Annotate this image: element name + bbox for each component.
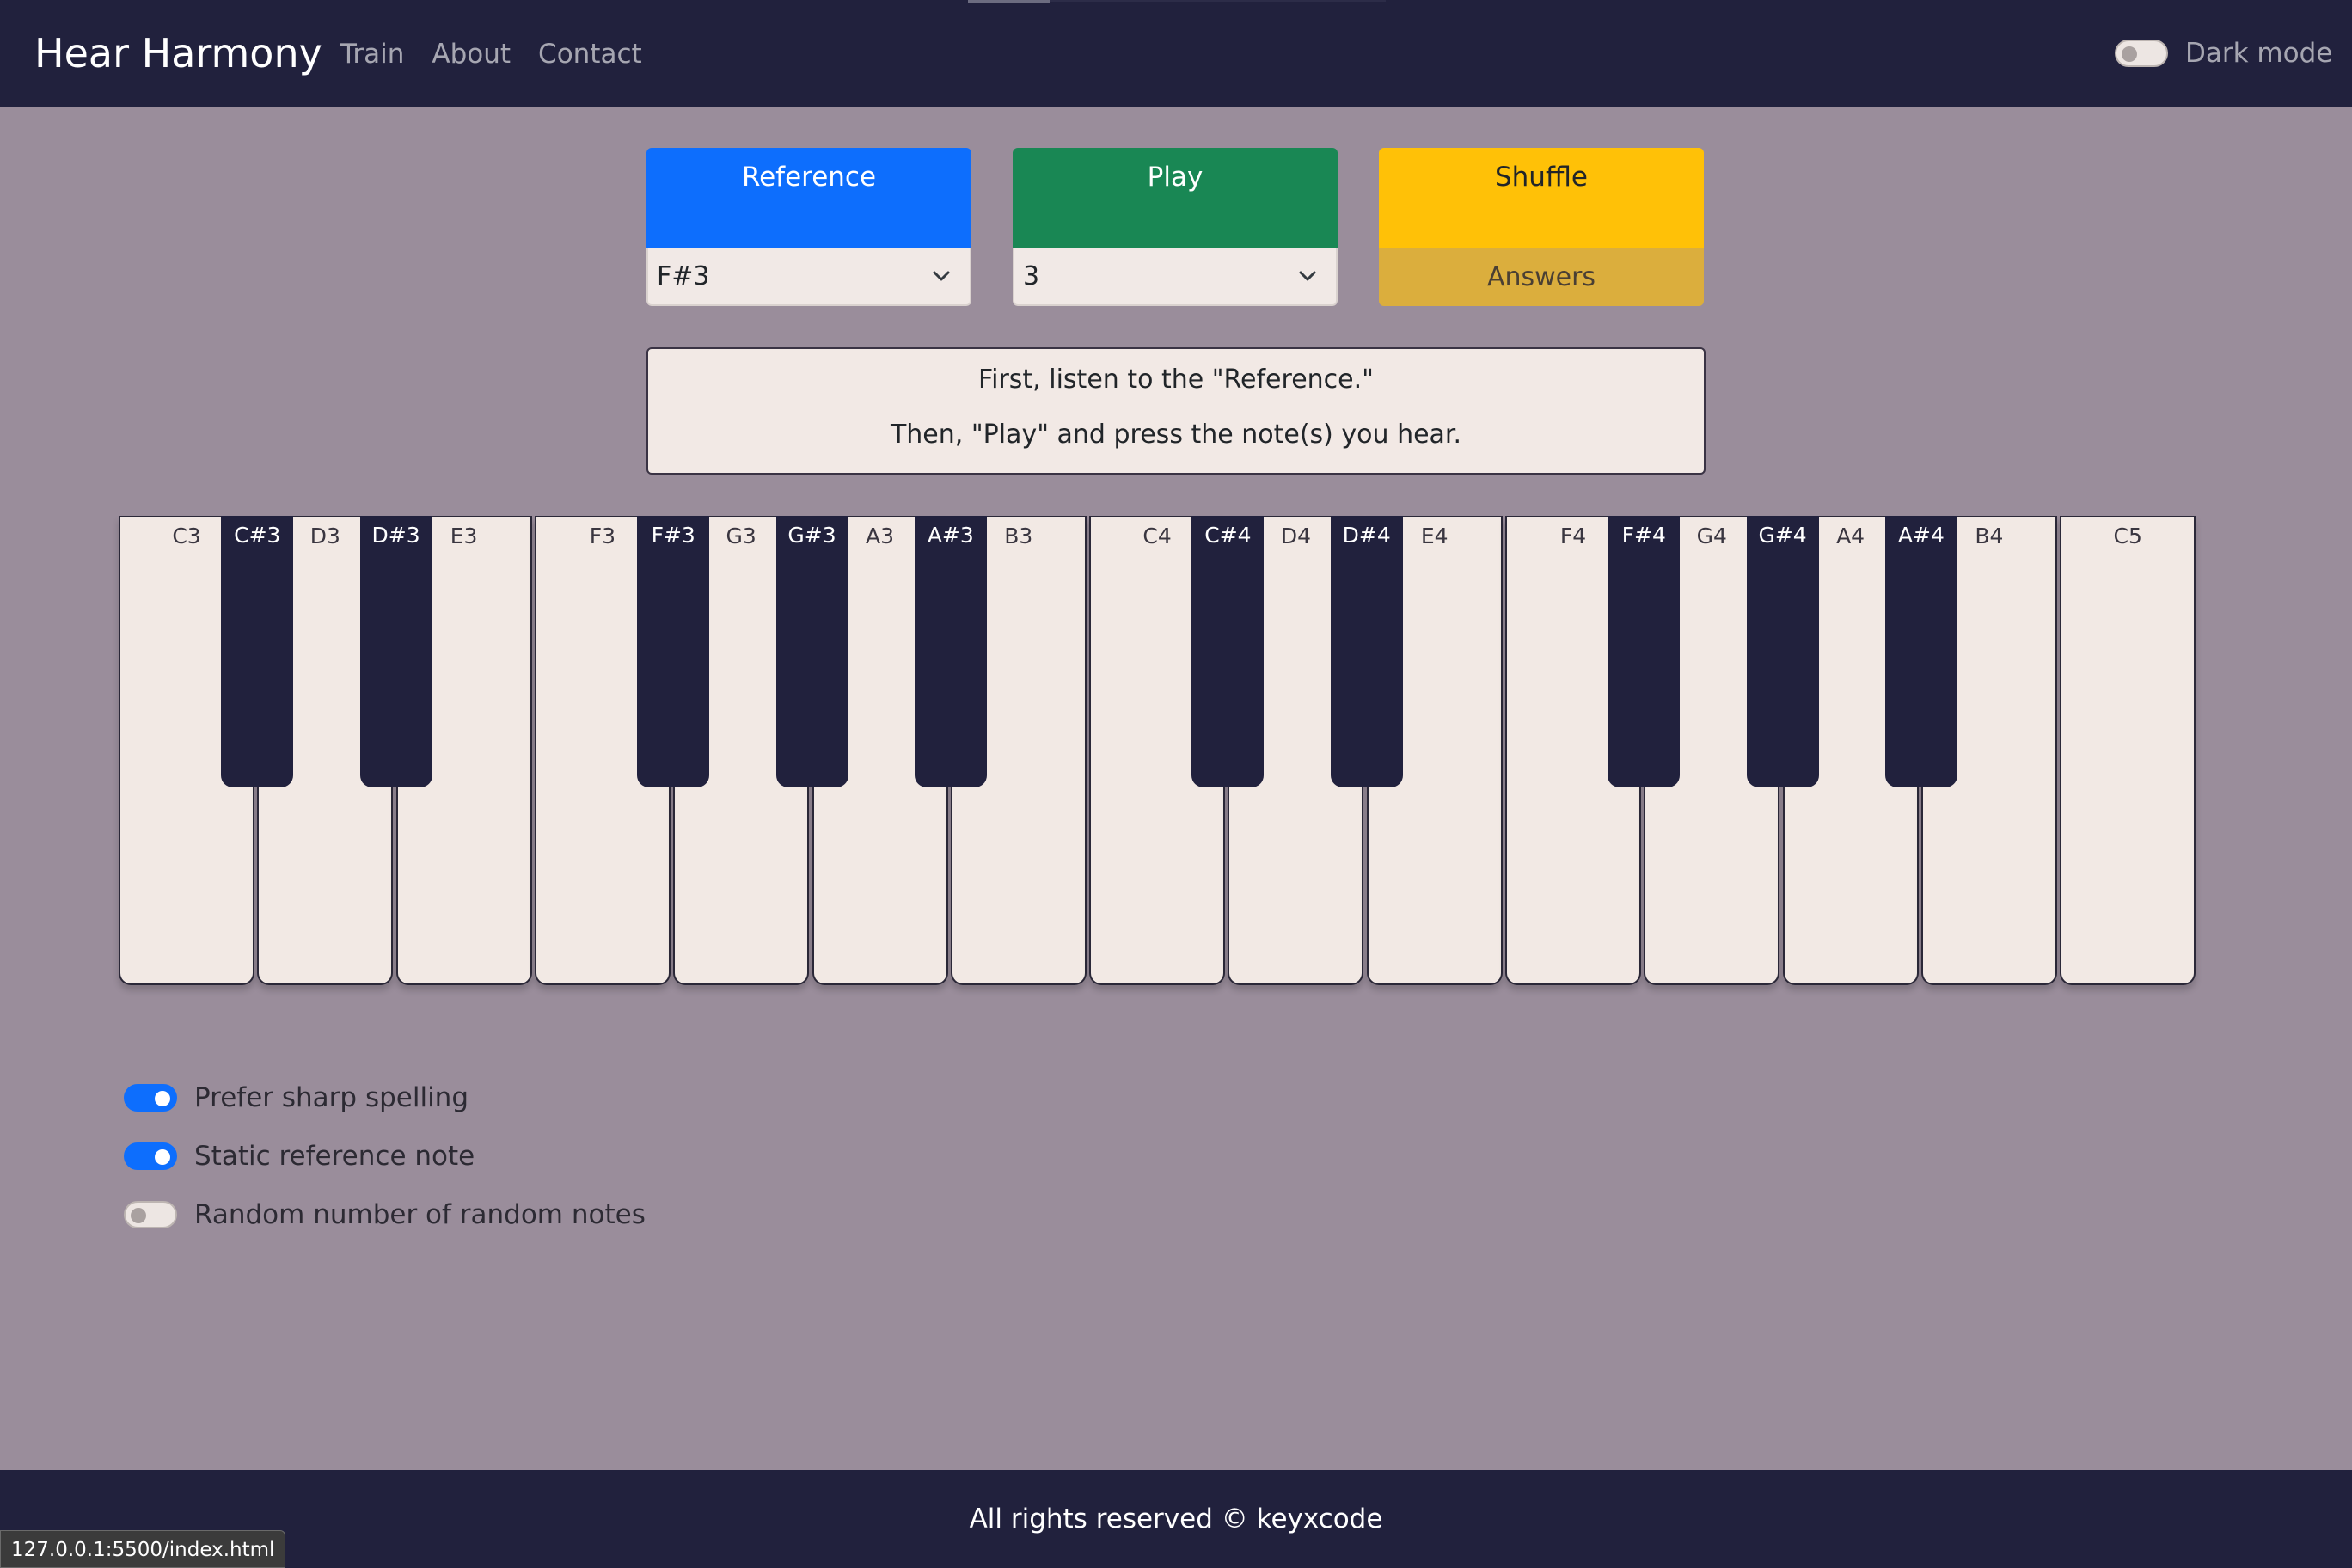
footer-text: All rights reserved © keyxcode — [969, 1504, 1383, 1534]
navbar: Hear Harmony Train About Contact Dark mo… — [0, 0, 2352, 107]
piano-key-label: E4 — [1420, 524, 1449, 548]
switch-knob — [155, 1149, 170, 1165]
piano-key-c-sharp4[interactable]: C#4 — [1191, 516, 1265, 787]
piano-key-c-sharp3[interactable]: C#3 — [221, 516, 294, 787]
dark-mode-switch[interactable] — [2115, 40, 2168, 67]
piano-key-label: A4 — [1836, 524, 1865, 548]
static-reference-label: Static reference note — [194, 1141, 475, 1172]
reference-note-value: F#3 — [657, 260, 710, 291]
chevron-down-icon — [932, 266, 951, 285]
piano-key-label: E3 — [450, 524, 478, 548]
play-control: Play 3 — [1013, 148, 1338, 306]
piano-key-label: F3 — [589, 524, 616, 548]
status-bar-url: 127.0.0.1:5500/index.html — [0, 1530, 286, 1568]
shuffle-control: Shuffle Answers — [1379, 148, 1704, 306]
prefer-sharp-label: Prefer sharp spelling — [194, 1082, 469, 1113]
dark-mode-label: Dark mode — [2185, 38, 2333, 69]
random-notes-label: Random number of random notes — [194, 1199, 646, 1230]
reference-note-select[interactable]: F#3 — [646, 248, 971, 306]
nav-links: Train About Contact — [340, 34, 670, 74]
piano-key-g-sharp4[interactable]: G#4 — [1746, 516, 1819, 787]
piano-key-g-sharp3[interactable]: G#3 — [775, 516, 848, 787]
piano-key-a-sharp3[interactable]: A#3 — [914, 516, 987, 787]
instructions-box: First, listen to the "Reference." Then, … — [646, 347, 1706, 475]
loading-indicator — [968, 0, 1050, 3]
piano-key-c5[interactable]: C5 — [2060, 516, 2196, 985]
piano-key-label: C3 — [172, 524, 201, 548]
prefer-sharp-switch[interactable] — [124, 1084, 177, 1112]
note-count-select[interactable]: 3 — [1013, 248, 1338, 306]
nav-link-about[interactable]: About — [432, 34, 511, 74]
dark-mode-toggle: Dark mode — [2115, 38, 2332, 69]
reference-button[interactable]: Reference — [646, 148, 971, 248]
footer: All rights reserved © keyxcode — [0, 1470, 2352, 1568]
nav-link-train[interactable]: Train — [340, 34, 404, 74]
play-button[interactable]: Play — [1013, 148, 1338, 248]
piano-key-label: A3 — [865, 524, 894, 548]
piano-key-label: G4 — [1696, 524, 1727, 548]
piano-key-d-sharp4[interactable]: D#4 — [1330, 516, 1403, 787]
piano-key-label: D4 — [1280, 524, 1311, 548]
piano-key-label: G3 — [726, 524, 756, 548]
brand-logo[interactable]: Hear Harmony — [34, 28, 322, 79]
switch-knob — [131, 1208, 146, 1223]
piano-keyboard: C3 D3 E3 F3 G3 A3 B3 C4 D4 E4 F4 G4 A4 B4 C5 C#3 D#3 F#3 G… — [119, 516, 2199, 985]
piano-key-label: C5 — [2113, 524, 2142, 548]
option-prefer-sharp: Prefer sharp spelling — [124, 1082, 469, 1113]
option-random-notes: Random number of random notes — [124, 1199, 646, 1230]
static-reference-switch[interactable] — [124, 1142, 177, 1170]
piano-key-f-sharp4[interactable]: F#4 — [1608, 516, 1681, 787]
piano-key-f-sharp3[interactable]: F#3 — [637, 516, 710, 787]
option-static-reference: Static reference note — [124, 1141, 475, 1172]
random-notes-switch[interactable] — [124, 1201, 177, 1228]
piano-key-label: B3 — [1004, 524, 1033, 548]
piano-key-label: C4 — [1142, 524, 1172, 548]
instruction-line-2: Then, "Play" and press the note(s) you h… — [890, 420, 1462, 450]
piano-key-d-sharp3[interactable]: D#3 — [359, 516, 432, 787]
piano-key-label: B4 — [1975, 524, 2004, 548]
reference-control: Reference F#3 — [646, 148, 971, 306]
loading-track — [1050, 0, 1386, 2]
switch-knob — [2122, 46, 2137, 62]
instruction-line-1: First, listen to the "Reference." — [978, 364, 1374, 395]
piano-key-a-sharp4[interactable]: A#4 — [1884, 516, 1957, 787]
piano-key-label: F4 — [1559, 524, 1587, 548]
note-count-value: 3 — [1023, 260, 1040, 291]
piano-key-label: D3 — [309, 524, 340, 548]
answers-button[interactable]: Answers — [1379, 248, 1704, 306]
chevron-down-icon — [1298, 266, 1317, 285]
switch-knob — [155, 1091, 170, 1106]
nav-link-contact[interactable]: Contact — [538, 34, 642, 74]
shuffle-button[interactable]: Shuffle — [1379, 148, 1704, 248]
